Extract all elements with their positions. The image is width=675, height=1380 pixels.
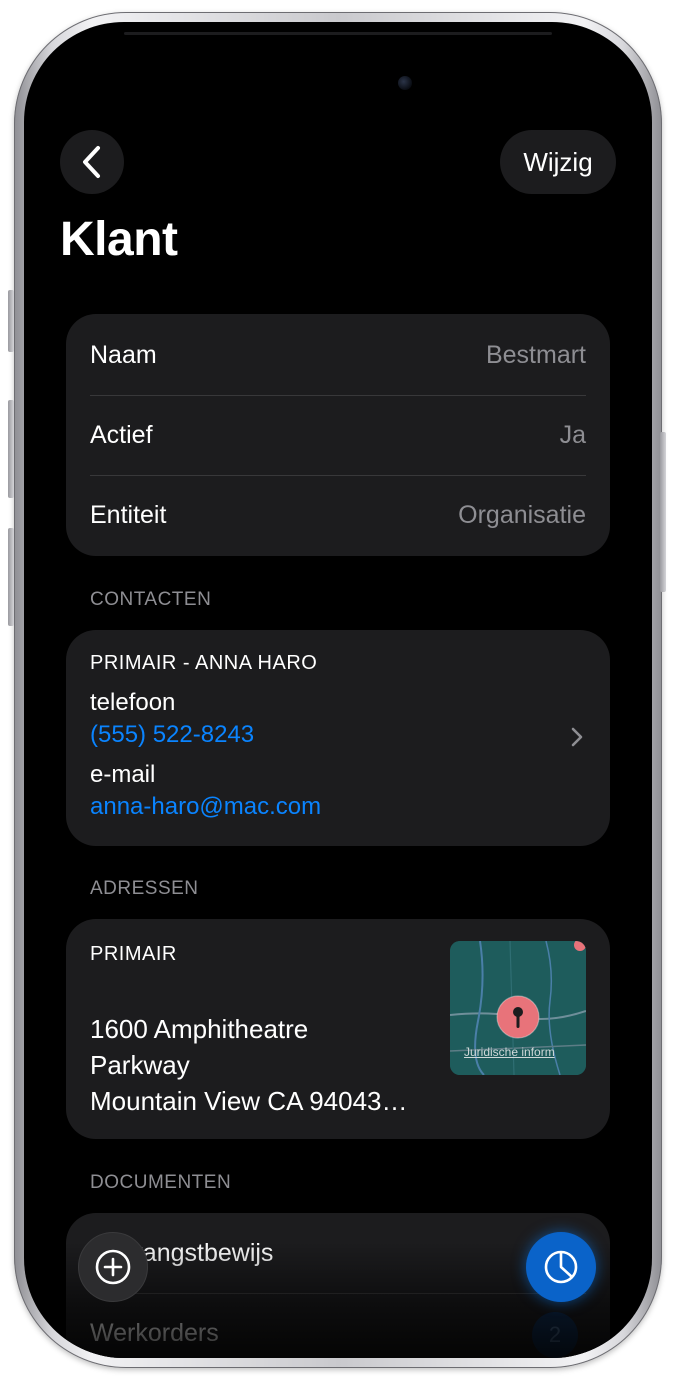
screen: Wijzig Klant Naam Bestmart Actief Ja Ent… <box>24 22 652 1358</box>
detail-value: Organisatie <box>458 501 586 529</box>
action-button <box>8 290 14 352</box>
addresses-section-header: ADRESSEN <box>90 878 199 899</box>
phone-link[interactable]: (555) 522-8243 <box>90 721 321 749</box>
plus-circle-icon <box>95 1249 131 1285</box>
edit-button[interactable]: Wijzig <box>500 130 616 194</box>
pie-chart-icon <box>544 1250 578 1284</box>
address-text: 1600 Amphitheatre Parkway Mountain View … <box>90 1011 408 1119</box>
chart-button[interactable] <box>526 1232 596 1302</box>
address-card[interactable]: PRIMAIR 1600 Amphitheatre Parkway Mounta… <box>66 919 610 1139</box>
detail-row-name: Naam Bestmart <box>90 315 586 395</box>
chevron-left-icon <box>83 146 100 178</box>
contact-primary-label: PRIMAIR - ANNA HARO <box>90 652 318 674</box>
add-button[interactable] <box>78 1232 148 1302</box>
contacts-section-header: CONTACTEN <box>90 589 212 610</box>
documents-section-header: DOCUMENTEN <box>90 1172 232 1193</box>
map-pin-icon <box>496 995 540 1039</box>
map-thumbnail[interactable]: Juridische inform <box>450 941 586 1075</box>
email-label: e-mail <box>90 761 156 788</box>
page-title: Klant <box>60 213 178 266</box>
address-line-3: Mountain View CA 94043… <box>90 1086 408 1116</box>
document-item-workorders[interactable]: Werkorders <box>90 1319 219 1348</box>
detail-row-active: Actief Ja <box>90 395 586 475</box>
front-camera <box>398 76 412 90</box>
detail-label: Naam <box>90 340 157 369</box>
contact-card[interactable]: PRIMAIR - ANNA HARO telefoon (555) 522-8… <box>66 630 610 846</box>
volume-up-button <box>8 400 14 498</box>
email-link[interactable]: anna-haro@mac.com <box>90 793 321 821</box>
power-button <box>660 432 666 592</box>
detail-label: Actief <box>90 421 153 449</box>
map-legal-link[interactable]: Juridische inform <box>464 1045 555 1059</box>
detail-value: Ja <box>559 421 586 449</box>
top-bezel-line <box>124 32 552 35</box>
back-button[interactable] <box>60 130 124 194</box>
detail-row-entity: Entiteit Organisatie <box>90 475 586 555</box>
chevron-right-icon <box>571 727 583 747</box>
documents-card: Ontvangstbewijs Werkorders <box>66 1213 610 1358</box>
detail-value: Bestmart <box>485 340 586 369</box>
address-primary-label: PRIMAIR <box>90 943 177 965</box>
workorders-count-badge: 2 <box>532 1312 578 1358</box>
address-line-1: 1600 Amphitheatre <box>90 1014 309 1044</box>
details-card: Naam Bestmart Actief Ja Entiteit Organis… <box>66 314 610 556</box>
detail-label: Entiteit <box>90 501 167 529</box>
phone-label: telefoon <box>90 689 176 716</box>
volume-down-button <box>8 528 14 626</box>
contact-info: PRIMAIR - ANNA HARO telefoon (555) 522-8… <box>90 652 321 821</box>
address-line-2: Parkway <box>90 1050 190 1080</box>
document-divider <box>90 1293 586 1294</box>
